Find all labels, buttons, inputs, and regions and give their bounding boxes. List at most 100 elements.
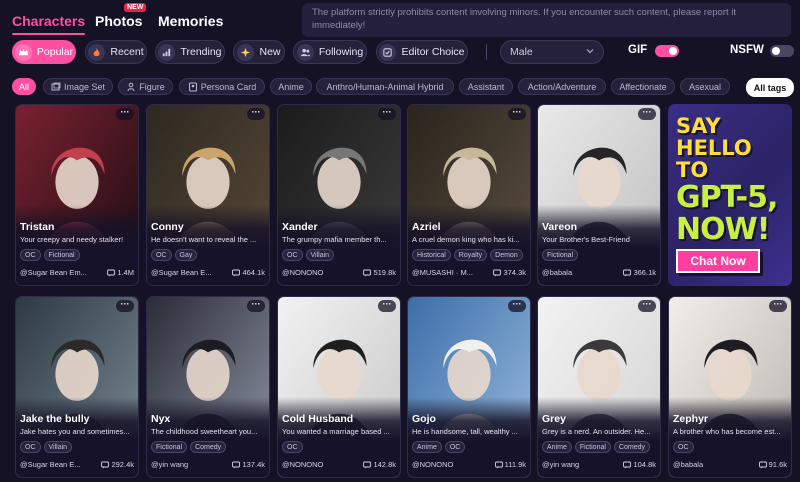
character-description: He doesn't want to reveal the ... <box>151 235 257 244</box>
tag-affectionate[interactable]: Affectionate <box>611 78 675 95</box>
author-name[interactable]: @Sugar Bean E... <box>151 268 212 277</box>
character-card[interactable]: ··· Azriel A cruel demon king who has ki… <box>407 104 531 286</box>
filter-new[interactable]: New <box>233 40 285 64</box>
more-options-button[interactable]: ··· <box>247 300 265 312</box>
card-tag[interactable]: Royalty <box>453 249 488 261</box>
character-card[interactable]: ··· Gojo He is handsome, tall, wealthy .… <box>407 296 531 478</box>
card-tag[interactable]: Villain <box>305 249 335 261</box>
character-card[interactable]: ··· Jake the bully Jake hates you and so… <box>15 296 139 478</box>
card-tag[interactable]: OC <box>20 441 41 453</box>
character-card[interactable]: ··· Zephyr A brother who has become est.… <box>668 296 792 478</box>
more-options-button[interactable]: ··· <box>638 300 656 312</box>
card-tag[interactable]: Villain <box>43 441 73 453</box>
character-card[interactable]: ··· Grey Grey is a nerd. An outsider. He… <box>537 296 661 478</box>
tag-all[interactable]: All <box>12 78 36 95</box>
card-tag[interactable]: OC <box>444 441 466 453</box>
card-tag[interactable]: Historical <box>412 249 451 261</box>
top-nav: Characters Photos NEW Memories The platf… <box>0 0 800 40</box>
author-name[interactable]: @babala <box>673 460 703 469</box>
chat-now-button[interactable]: Chat Now <box>676 249 760 273</box>
character-card[interactable]: ··· Cold Husband You wanted a marriage b… <box>277 296 401 478</box>
author-name[interactable]: @yin wang <box>151 460 188 469</box>
card-tag[interactable]: Fictional <box>43 249 80 261</box>
tab-memories[interactable]: Memories <box>158 13 223 29</box>
card-tag[interactable]: Fictional <box>151 441 188 453</box>
chat-icon <box>107 269 116 276</box>
more-options-button[interactable]: ··· <box>247 108 265 120</box>
more-options-button[interactable]: ··· <box>638 108 656 120</box>
tag-image-set[interactable]: Image Set <box>43 78 113 95</box>
more-options-button[interactable]: ··· <box>116 300 134 312</box>
character-card[interactable]: ··· Tristan Your creepy and needy stalke… <box>15 104 139 286</box>
filter-popular[interactable]: Popular <box>12 40 76 64</box>
chat-count: 519.8k <box>363 268 396 277</box>
character-card[interactable]: ··· Nyx The childhood sweetheart you... … <box>146 296 270 478</box>
gender-select[interactable]: Male <box>500 40 604 64</box>
tag-anime[interactable]: Anime <box>270 78 312 95</box>
author-name[interactable]: @yin wang <box>542 460 579 469</box>
card-tag[interactable]: OC <box>151 249 172 261</box>
chat-count: 464.1k <box>232 268 265 277</box>
tag-asexual[interactable]: Asexual <box>680 78 730 95</box>
card-tag[interactable]: Fictional <box>542 249 579 261</box>
chat-icon <box>623 461 632 468</box>
gpt5-ad-banner[interactable]: SAY HELLO TO GPT-5, NOW! Chat Now <box>668 104 792 286</box>
character-card[interactable]: ··· Xander The grumpy mafia member th...… <box>277 104 401 286</box>
tag-anthro-hybrid[interactable]: Anthro/Human-Animal Hybrid <box>316 78 454 95</box>
more-options-button[interactable]: ··· <box>378 300 396 312</box>
more-options-button[interactable]: ··· <box>508 300 526 312</box>
more-options-button[interactable]: ··· <box>378 108 396 120</box>
card-tag[interactable]: Anime <box>412 441 442 453</box>
nsfw-label: NSFW <box>730 44 764 56</box>
tab-photos[interactable]: Photos <box>95 13 142 29</box>
ad-headline: NOW! <box>676 212 770 247</box>
tag-figure[interactable]: Figure <box>118 78 173 95</box>
tag-action-adventure[interactable]: Action/Adventure <box>518 78 606 95</box>
character-name: Vareon <box>542 221 578 233</box>
character-description: A brother who has become est... <box>673 427 781 436</box>
card-tags: Anime Fictional Comedy <box>542 441 650 453</box>
more-options-button[interactable]: ··· <box>508 108 526 120</box>
author-name[interactable]: @babala <box>542 268 572 277</box>
card-tags: OC Villain <box>20 441 73 453</box>
chat-icon <box>101 461 110 468</box>
nsfw-toggle[interactable] <box>770 45 794 57</box>
chat-icon <box>623 269 632 276</box>
card-tag[interactable]: Anime <box>542 441 572 453</box>
card-tag[interactable]: OC <box>282 441 303 453</box>
all-tags-button[interactable]: All tags <box>746 78 794 97</box>
card-tag[interactable]: OC <box>282 249 303 261</box>
tag-persona-card[interactable]: Persona Card <box>179 78 265 95</box>
chat-count: 374.3k <box>493 268 526 277</box>
tab-characters[interactable]: Characters <box>12 13 86 35</box>
character-name: Zephyr <box>673 413 709 425</box>
author-name[interactable]: @NONONO <box>412 460 453 469</box>
card-tag[interactable]: OC <box>20 249 41 261</box>
card-tag[interactable]: Gay <box>174 249 198 261</box>
character-card[interactable]: ··· Conny He doesn't want to reveal the … <box>146 104 270 286</box>
character-name: Tristan <box>20 221 55 233</box>
character-name: Conny <box>151 221 184 233</box>
more-options-button[interactable]: ··· <box>769 300 787 312</box>
author-name[interactable]: @Sugar Bean E... <box>20 460 81 469</box>
author-name[interactable]: @MUSASHI · M... <box>412 268 473 277</box>
card-tag[interactable]: OC <box>673 441 694 453</box>
filter-following[interactable]: Following <box>293 40 367 64</box>
card-tag[interactable]: Demon <box>490 249 523 261</box>
character-description: You wanted a marriage based ... <box>282 427 390 436</box>
users-icon <box>296 43 314 61</box>
card-tag[interactable]: Comedy <box>613 441 650 453</box>
filter-editor-choice[interactable]: Editor Choice <box>376 40 468 64</box>
filter-trending[interactable]: Trending <box>155 40 225 64</box>
author-name[interactable]: @NONONO <box>282 268 323 277</box>
card-tag[interactable]: Comedy <box>190 441 227 453</box>
author-name[interactable]: @NONONO <box>282 460 323 469</box>
author-name[interactable]: @Sugar Bean Em... <box>20 268 87 277</box>
filter-recent[interactable]: Recent <box>85 40 147 64</box>
more-options-button[interactable]: ··· <box>116 108 134 120</box>
gif-toggle[interactable] <box>655 45 679 57</box>
tag-assistant[interactable]: Assistant <box>459 78 513 95</box>
card-tag[interactable]: Fictional <box>574 441 611 453</box>
chat-count: 137.4k <box>232 460 265 469</box>
character-card[interactable]: ··· Vareon Your Brother's Best-Friend Fi… <box>537 104 661 286</box>
